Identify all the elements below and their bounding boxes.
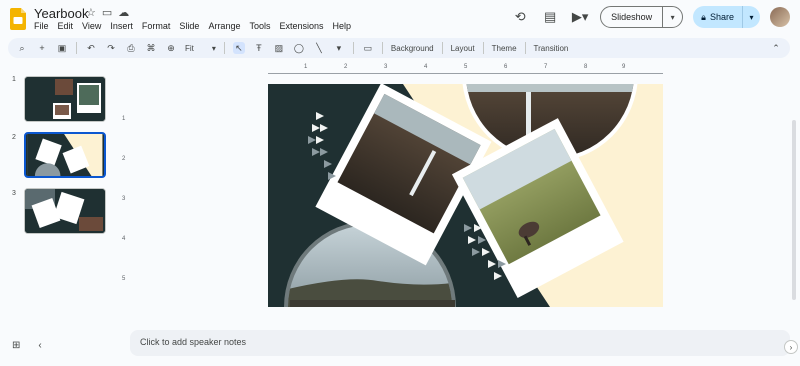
- slide-canvas[interactable]: [268, 84, 663, 307]
- search-menus-icon[interactable]: ⌕: [16, 42, 28, 54]
- menu-edit[interactable]: Edit: [58, 21, 74, 31]
- avatar[interactable]: [770, 7, 790, 27]
- zoom-icon[interactable]: ⊕: [165, 42, 177, 54]
- ruler-mark: 8: [584, 64, 588, 70]
- horizontal-ruler[interactable]: 1 2 3 4 5 6 7 8 9: [268, 64, 663, 74]
- ruler-line: [268, 73, 663, 74]
- toolbar-divider: [482, 42, 484, 54]
- menu-slide[interactable]: Slide: [179, 21, 199, 31]
- explore-icon[interactable]: ›: [784, 340, 798, 354]
- menu-tools[interactable]: Tools: [249, 21, 270, 31]
- version-history-icon[interactable]: ⟲: [510, 7, 530, 27]
- add-comment-icon[interactable]: ▭: [362, 42, 374, 54]
- collapse-panel-icon[interactable]: ‹: [38, 340, 41, 351]
- slide-thumbnail-2[interactable]: [24, 132, 106, 178]
- speaker-notes[interactable]: Click to add speaker notes: [130, 330, 790, 356]
- vertical-ruler[interactable]: 1 2 3 4 5: [122, 84, 130, 306]
- filmstrip: 1 2 3: [0, 66, 120, 326]
- image-icon[interactable]: ▨: [273, 42, 285, 54]
- toolbar-divider: [441, 42, 443, 54]
- ruler-mark: 1: [304, 64, 308, 70]
- menu-view[interactable]: View: [82, 21, 101, 31]
- line-dropdown-icon[interactable]: ▾: [333, 42, 345, 54]
- new-slide-icon[interactable]: +: [36, 42, 48, 54]
- menu-format[interactable]: Format: [142, 21, 171, 31]
- slide-thumbnail-1[interactable]: [24, 76, 106, 122]
- document-title[interactable]: Yearbook: [34, 6, 88, 21]
- slide-number: 2: [12, 134, 16, 141]
- menu-help[interactable]: Help: [333, 21, 352, 31]
- menu-extensions[interactable]: Extensions: [279, 21, 323, 31]
- print-icon[interactable]: ⎙: [125, 42, 137, 54]
- toolbar-divider: [524, 42, 526, 54]
- slide-number: 1: [12, 76, 16, 83]
- cloud-saved-icon[interactable]: ☁: [118, 6, 129, 19]
- line-icon[interactable]: ╲: [313, 42, 325, 54]
- ruler-mark: 2: [122, 156, 126, 162]
- ruler-mark: 3: [122, 196, 126, 202]
- menu-insert[interactable]: Insert: [110, 21, 133, 31]
- slide-number: 3: [12, 190, 16, 197]
- select-cursor-icon[interactable]: ↖: [232, 42, 245, 54]
- layout-button[interactable]: Layout: [451, 44, 475, 53]
- share-button[interactable]: 🔒︎ Share: [693, 6, 742, 28]
- ruler-mark: 6: [504, 64, 508, 70]
- undo-icon[interactable]: ↶: [85, 42, 97, 54]
- ruler-mark: 3: [384, 64, 388, 70]
- paint-format-icon[interactable]: ⌘: [145, 42, 157, 54]
- collapse-toolbar-icon[interactable]: ⌃: [770, 42, 782, 54]
- toolbar-divider: [352, 42, 354, 54]
- toolbar-divider: [76, 42, 77, 54]
- slides-logo-icon[interactable]: [10, 8, 26, 30]
- slideshow-dropdown-icon[interactable]: ▾: [662, 7, 682, 27]
- ruler-mark: 4: [424, 64, 428, 70]
- ruler-mark: 7: [544, 64, 548, 70]
- slideshow-group: Slideshow ▾: [600, 6, 684, 28]
- lock-icon: 🔒︎: [701, 11, 706, 22]
- toolbar-divider: [223, 42, 225, 54]
- background-button[interactable]: Background: [391, 44, 434, 53]
- speaker-notes-placeholder: Click to add speaker notes: [140, 337, 247, 347]
- ruler-mark: 5: [122, 276, 126, 282]
- slide-thumbnail-3[interactable]: [24, 188, 106, 234]
- star-icon[interactable]: ☆: [86, 6, 96, 19]
- share-label: Share: [709, 12, 734, 22]
- ruler-mark: 1: [122, 116, 126, 122]
- comments-icon[interactable]: ▤: [540, 7, 560, 27]
- toolbar: ⌕ + ▣ ↶ ↷ ⎙ ⌘ ⊕ Fit ▾ ↖ Ŧ ▨ ◯ ╲ ▾ ▭ Back…: [8, 38, 790, 58]
- menu-arrange[interactable]: Arrange: [208, 21, 240, 31]
- vertical-scrollbar[interactable]: [792, 120, 796, 300]
- zoom-select[interactable]: Fit ▾: [185, 44, 216, 53]
- ruler-mark: 2: [344, 64, 348, 70]
- text-box-icon[interactable]: Ŧ: [253, 42, 265, 54]
- redo-icon[interactable]: ↷: [105, 42, 117, 54]
- theme-button[interactable]: Theme: [492, 44, 517, 53]
- slideshow-button[interactable]: Slideshow: [601, 7, 662, 27]
- zoom-value: Fit: [185, 43, 194, 53]
- shape-icon[interactable]: ◯: [293, 42, 305, 54]
- toolbar-divider: [381, 42, 383, 54]
- transition-button[interactable]: Transition: [534, 44, 569, 53]
- meet-icon[interactable]: ▶▾: [570, 7, 590, 27]
- chevron-down-icon: ▾: [211, 43, 216, 53]
- ruler-mark: 4: [122, 236, 126, 242]
- menu-bar: File Edit View Insert Format Slide Arran…: [34, 21, 351, 31]
- photo-strip-shape: [290, 300, 455, 307]
- share-group: 🔒︎ Share ▾: [693, 6, 760, 28]
- move-folder-icon[interactable]: ▭: [102, 6, 112, 19]
- menu-file[interactable]: File: [34, 21, 49, 31]
- share-dropdown-icon[interactable]: ▾: [742, 6, 760, 28]
- new-slide-layout-icon[interactable]: ▣: [56, 42, 68, 54]
- ruler-mark: 9: [622, 64, 626, 70]
- ruler-mark: 5: [464, 64, 468, 70]
- grid-view-icon[interactable]: ⊞: [12, 340, 20, 351]
